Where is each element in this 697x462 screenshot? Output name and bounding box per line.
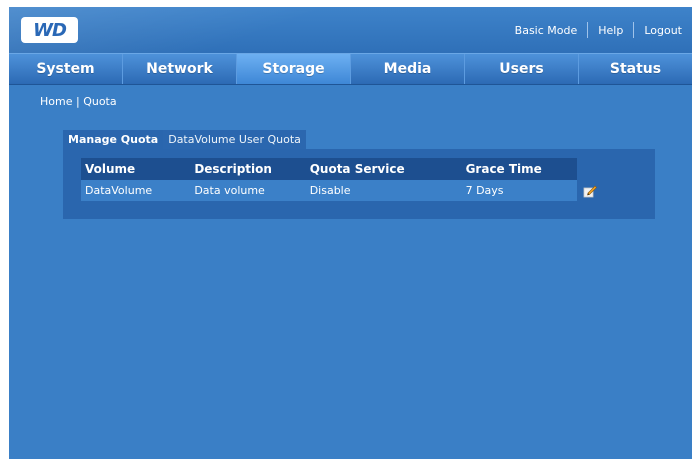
quota-subtabs: Manage Quota DataVolume User Quota [63,130,306,149]
header-bar: WD Basic Mode Help Logout [9,7,692,53]
table-row[interactable]: DataVolume Data volume Disable 7 Days [81,180,577,201]
main-nav: System Network Storage Media Users Statu… [9,53,692,85]
top-links: Basic Mode Help Logout [505,7,692,53]
column-header-description: Description [190,158,306,180]
app-frame: WD Basic Mode Help Logout System Network… [9,7,692,459]
cell-description: Data volume [190,180,306,201]
cell-quota-service: Disable [305,180,462,201]
quota-table: Volume Description Quota Service Grace T… [81,158,577,201]
table-header-row: Volume Description Quota Service Grace T… [81,158,577,180]
wd-logo: WD [21,17,78,43]
logo-text: WD [33,19,67,41]
tab-network[interactable]: Network [123,54,237,84]
tab-status[interactable]: Status [579,54,692,84]
subtab-manage-quota[interactable]: Manage Quota [63,130,164,149]
cell-grace-time: 7 Days [461,180,577,201]
breadcrumb-separator: | [72,95,84,108]
tab-media[interactable]: Media [351,54,465,84]
tab-users[interactable]: Users [465,54,579,84]
tab-system[interactable]: System [9,54,123,84]
breadcrumb: Home | Quota [40,95,117,108]
edit-icon[interactable] [583,184,597,198]
breadcrumb-home-link[interactable]: Home [40,95,72,108]
logout-link[interactable]: Logout [634,24,692,37]
tab-storage[interactable]: Storage [237,54,351,84]
column-header-volume: Volume [81,158,191,180]
help-link[interactable]: Help [588,24,633,37]
column-header-grace-time: Grace Time [461,158,577,180]
subtab-datavolume-user-quota[interactable]: DataVolume User Quota [163,130,306,149]
basic-mode-link[interactable]: Basic Mode [505,24,588,37]
cell-volume: DataVolume [81,180,191,201]
column-header-quota-service: Quota Service [305,158,462,180]
quota-panel: Volume Description Quota Service Grace T… [63,149,655,219]
breadcrumb-current: Quota [83,95,117,108]
